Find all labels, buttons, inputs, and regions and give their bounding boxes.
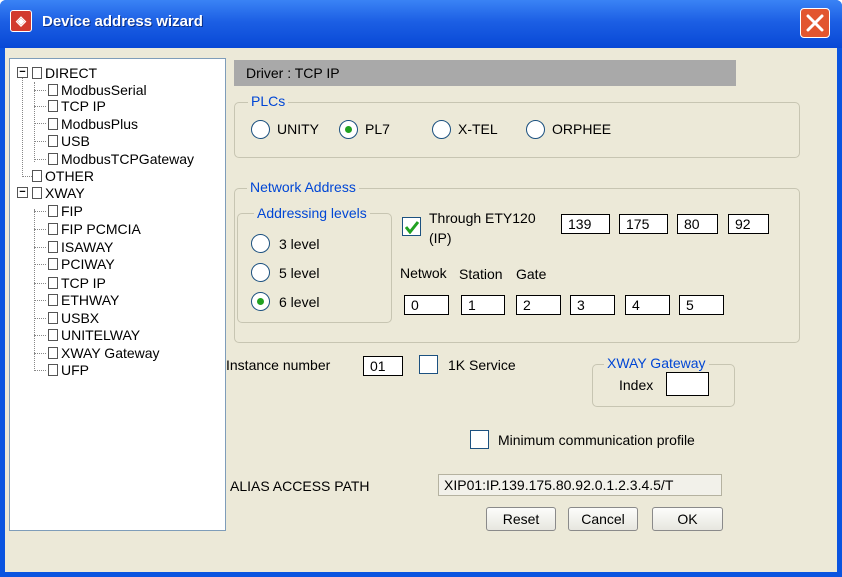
alias-access-path-label: ALIAS ACCESS PATH xyxy=(230,478,370,494)
ok-button[interactable]: OK xyxy=(652,507,723,531)
document-icon xyxy=(48,153,58,165)
tree-node-usbx[interactable]: USBX xyxy=(48,310,99,326)
collapse-icon[interactable]: − xyxy=(17,67,28,78)
ip-octet-4-field[interactable]: 92 xyxy=(728,214,769,234)
radio-6-level[interactable] xyxy=(251,292,270,311)
level-field-2[interactable]: 2 xyxy=(516,295,561,315)
document-icon xyxy=(48,135,58,147)
document-icon xyxy=(48,364,58,376)
tree-node-xway[interactable]: XWAY xyxy=(32,185,85,201)
through-ety120-label[interactable]: Through ETY120 xyxy=(429,210,536,226)
tree-node-xway-gateway[interactable]: XWAY Gateway xyxy=(48,345,160,361)
tree-node-usb[interactable]: USB xyxy=(48,133,90,149)
station-label: Station xyxy=(459,266,503,282)
gate-label: Gate xyxy=(516,266,547,282)
through-ety120-checkbox[interactable] xyxy=(402,217,421,236)
radio-orphee-label[interactable]: ORPHEE xyxy=(552,121,611,137)
index-label: Index xyxy=(619,377,654,393)
dialog-client: − DIRECT ModbusSerial TCP IP ModbusPlus … xyxy=(5,48,837,572)
1k-service-checkbox[interactable] xyxy=(419,355,438,374)
min-profile-label[interactable]: Minimum communication profile xyxy=(498,432,695,448)
tree-node-xway-tcpip[interactable]: TCP IP xyxy=(48,275,106,291)
instance-number-label: Instance number xyxy=(226,357,331,373)
tree-node-ethway[interactable]: ETHWAY xyxy=(48,292,119,308)
tree-node-other[interactable]: OTHER xyxy=(32,168,94,184)
tree-node-ufp[interactable]: UFP xyxy=(48,362,89,378)
document-icon xyxy=(48,100,58,112)
level-field-4[interactable]: 4 xyxy=(625,295,670,315)
instance-number-field[interactable]: 01 xyxy=(363,356,403,376)
window-title: Device address wizard xyxy=(42,13,203,30)
radio-3-level[interactable] xyxy=(251,234,270,253)
document-icon xyxy=(32,187,42,199)
driver-label: Driver : TCP IP xyxy=(234,60,736,86)
document-icon xyxy=(48,205,58,217)
level-field-3[interactable]: 3 xyxy=(570,295,615,315)
tree-node-tcpip[interactable]: TCP IP xyxy=(48,98,106,114)
device-tree[interactable]: − DIRECT ModbusSerial TCP IP ModbusPlus … xyxy=(9,58,226,531)
tree-node-fip-pcmcia[interactable]: FIP PCMCIA xyxy=(48,221,141,237)
tree-node-isaway[interactable]: ISAWAY xyxy=(48,239,113,255)
checkmark-icon xyxy=(405,221,419,234)
addressing-levels-legend: Addressing levels xyxy=(254,205,370,221)
xway-gateway-legend: XWAY Gateway xyxy=(604,355,709,371)
netwok-label: Netwok xyxy=(400,265,447,281)
radio-unity-label[interactable]: UNITY xyxy=(277,121,319,137)
app-icon: ◈ xyxy=(10,10,32,32)
document-icon xyxy=(48,312,58,324)
document-icon xyxy=(48,223,58,235)
document-icon xyxy=(48,118,58,130)
tree-node-pciway[interactable]: PCIWAY xyxy=(48,256,115,272)
reset-button[interactable]: Reset xyxy=(486,507,556,531)
tree-node-modbusplus[interactable]: ModbusPlus xyxy=(48,116,138,132)
ip-octet-1-field[interactable]: 139 xyxy=(561,214,610,234)
network-address-legend: Network Address xyxy=(247,179,359,195)
radio-xtel[interactable] xyxy=(432,120,451,139)
title-bar[interactable]: ◈ Device address wizard xyxy=(0,0,842,48)
ip-octet-3-field[interactable]: 80 xyxy=(677,214,718,234)
collapse-icon[interactable]: − xyxy=(17,187,28,198)
cancel-button[interactable]: Cancel xyxy=(568,507,638,531)
document-icon xyxy=(48,241,58,253)
index-field[interactable] xyxy=(666,372,709,396)
document-icon xyxy=(48,258,58,270)
level-field-1[interactable]: 1 xyxy=(461,295,505,315)
close-icon xyxy=(806,14,824,32)
radio-pl7-label[interactable]: PL7 xyxy=(365,121,390,137)
tree-node-fip[interactable]: FIP xyxy=(48,203,83,219)
level-field-5[interactable]: 5 xyxy=(679,295,724,315)
radio-5-level-label[interactable]: 5 level xyxy=(279,265,319,281)
document-icon xyxy=(48,277,58,289)
plcs-legend: PLCs xyxy=(248,93,289,109)
document-icon xyxy=(48,329,58,341)
radio-6-level-label[interactable]: 6 level xyxy=(279,294,319,310)
document-icon xyxy=(48,84,58,96)
close-button[interactable] xyxy=(800,8,830,38)
radio-5-level[interactable] xyxy=(251,263,270,282)
document-icon xyxy=(48,294,58,306)
min-profile-checkbox[interactable] xyxy=(470,430,489,449)
level-field-0[interactable]: 0 xyxy=(404,295,449,315)
dialog-window: ◈ Device address wizard − DIRECT ModbusS… xyxy=(0,0,842,577)
tree-node-modbustcpgateway[interactable]: ModbusTCPGateway xyxy=(48,151,194,167)
1k-service-label[interactable]: 1K Service xyxy=(448,357,516,373)
tree-node-direct[interactable]: DIRECT xyxy=(32,65,97,81)
document-icon xyxy=(32,67,42,79)
tree-node-modbusserial[interactable]: ModbusSerial xyxy=(48,82,147,98)
radio-unity[interactable] xyxy=(251,120,270,139)
radio-xtel-label[interactable]: X-TEL xyxy=(458,121,498,137)
radio-pl7[interactable] xyxy=(339,120,358,139)
document-icon xyxy=(48,347,58,359)
alias-access-path-field[interactable]: XIP01:IP.139.175.80.92.0.1.2.3.4.5/T xyxy=(438,474,722,496)
through-ety120-label-ip[interactable]: (IP) xyxy=(429,230,452,246)
tree-node-unitelway[interactable]: UNITELWAY xyxy=(48,327,140,343)
document-icon xyxy=(32,170,42,182)
ip-octet-2-field[interactable]: 175 xyxy=(619,214,668,234)
radio-orphee[interactable] xyxy=(526,120,545,139)
radio-3-level-label[interactable]: 3 level xyxy=(279,236,319,252)
